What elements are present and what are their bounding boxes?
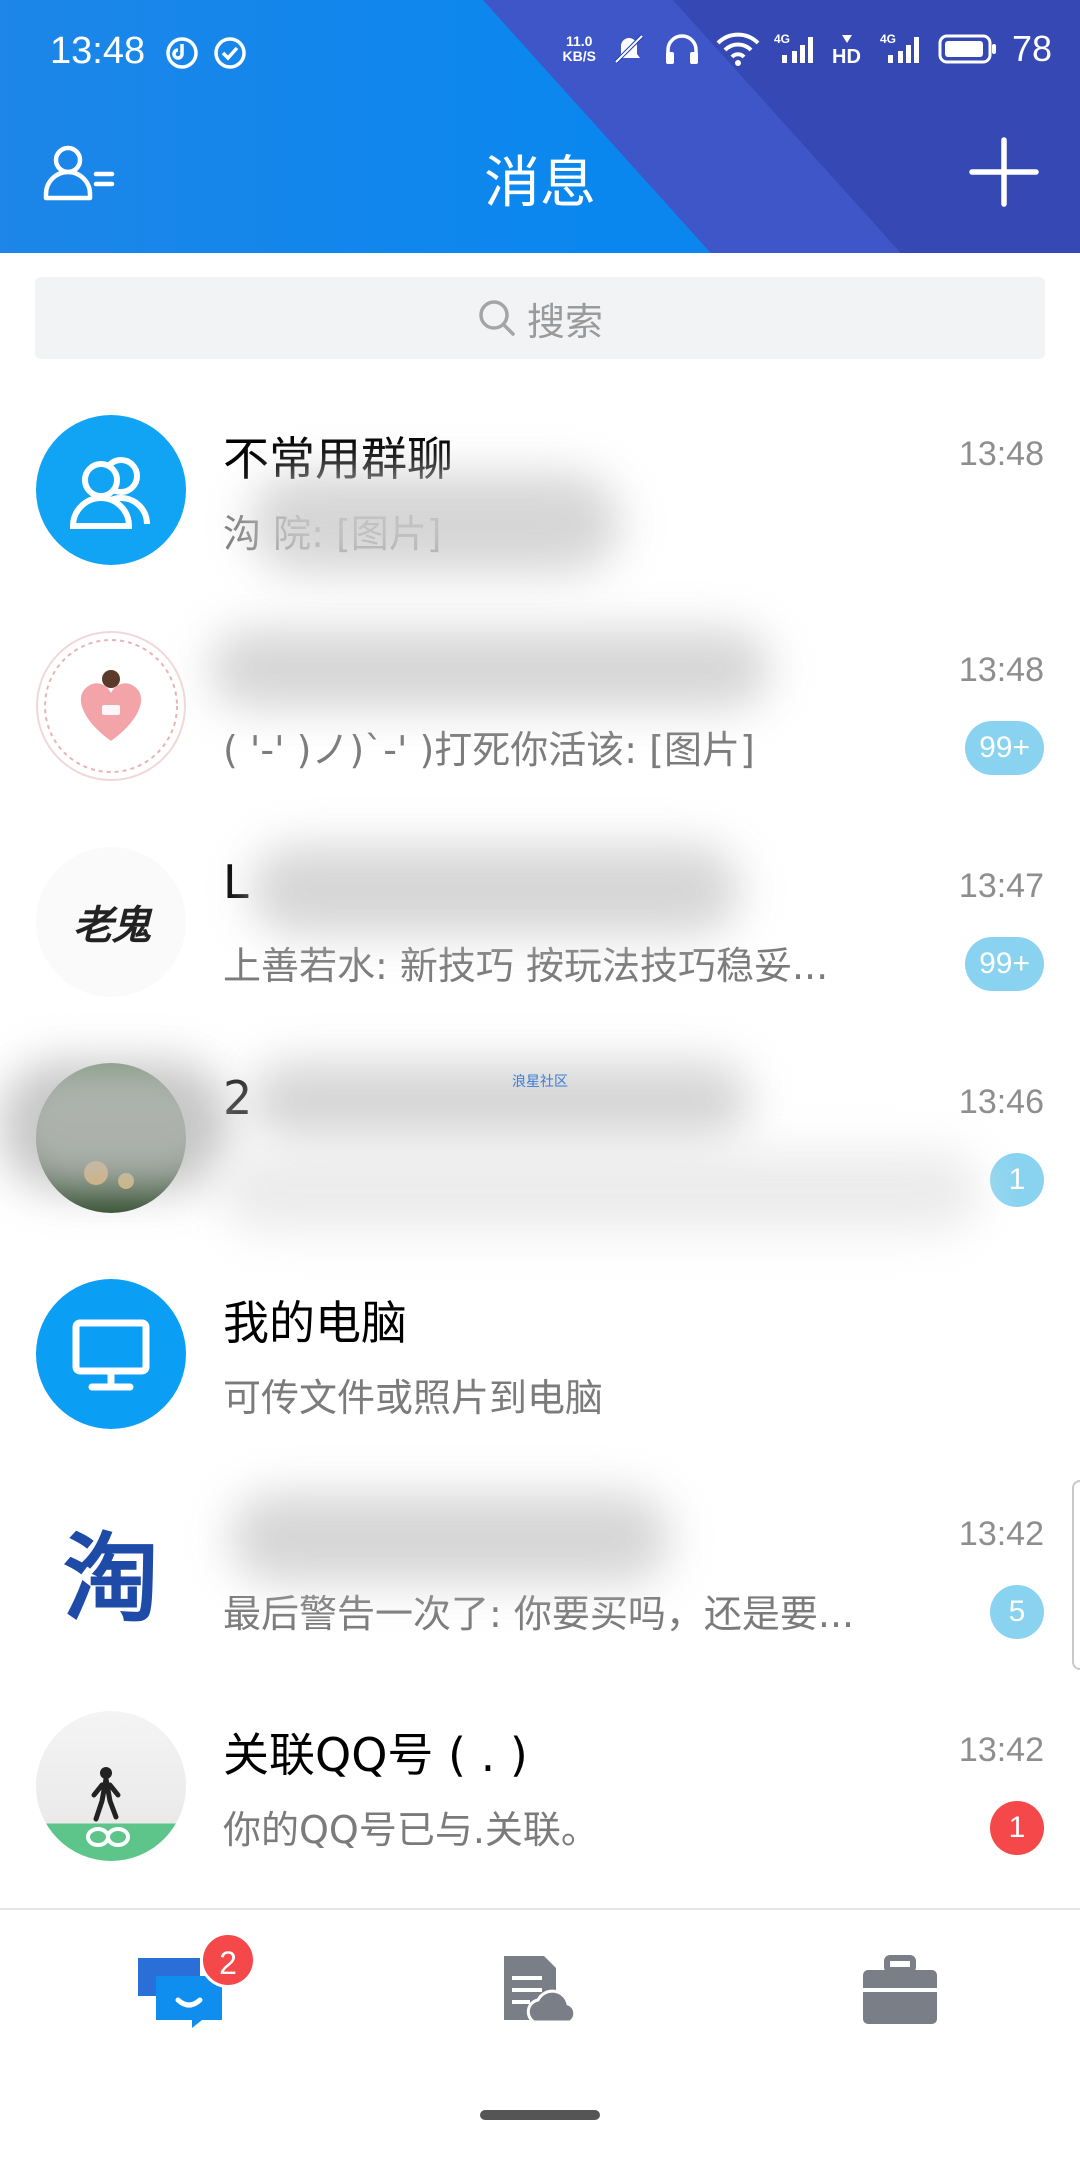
sync-icon: [165, 36, 199, 70]
svg-text:HD: HD: [832, 46, 861, 67]
taobao-avatar: 淘: [36, 1495, 186, 1645]
page-title: 消息: [484, 151, 596, 216]
conversation-name: 关联QQ号 ( . ): [223, 1728, 528, 1782]
conversation-item[interactable]: ( '-' )ノ)`-' )打死你活该: [图片] 13:48 99+: [0, 609, 1080, 825]
linked-qq-avatar: [36, 1711, 186, 1861]
status-time: 13:48: [50, 30, 146, 72]
conversation-time: 13:46: [958, 1083, 1044, 1121]
conversation-time: 13:48: [958, 435, 1044, 473]
love-wall-avatar: [36, 631, 186, 781]
unread-badge: 99+: [965, 937, 1044, 991]
conversation-name: L: [223, 855, 249, 909]
conversation-preview: ( '-' )ノ)`-' )打死你活该: [图片]: [223, 728, 755, 772]
redaction-blur: [0, 1061, 230, 1191]
conversation-item[interactable]: 老鬼 L 上善若水: 新技巧 按玩法技巧稳妥... 13:47 99+: [0, 825, 1080, 1041]
conversation-time: 13:42: [958, 1515, 1044, 1553]
svg-text:4G: 4G: [880, 32, 896, 46]
conversation-time: 13:42: [958, 1731, 1044, 1769]
conversation-name: 我的电脑: [223, 1296, 407, 1350]
unread-badge: 99+: [965, 721, 1044, 775]
signal-4g-icon: 4G: [774, 31, 818, 67]
laogui-avatar-text: 老鬼: [73, 903, 151, 949]
search-bar[interactable]: 搜索: [35, 277, 1045, 359]
top-bar: 消息: [0, 108, 1080, 253]
redaction-blur: [230, 1493, 670, 1583]
signal-4g-icon: 4G: [880, 31, 924, 67]
computer-avatar: [36, 1279, 186, 1429]
conversation-item[interactable]: 不常用群聊 沟 院: [图片] 13:48: [0, 393, 1080, 609]
search-icon: [479, 300, 515, 336]
redaction-blur: [250, 1061, 750, 1141]
conversation-preview: 最后警告一次了: 你要买吗，还是要...: [223, 1592, 855, 1636]
redaction-blur: [250, 845, 740, 935]
group-avatar: [36, 415, 186, 565]
unread-badge: 1: [990, 1153, 1044, 1207]
battery-icon: [938, 33, 998, 65]
header: 13:48 11.0 KB/S 4G HD 4G 78 消息: [0, 0, 1080, 253]
add-button[interactable]: [964, 132, 1044, 212]
conversation-item[interactable]: 我的电脑 可传文件或照片到电脑: [0, 1257, 1080, 1473]
tab-workspace[interactable]: [845, 1940, 955, 2040]
headphones-icon: [662, 30, 702, 68]
home-indicator[interactable]: [480, 2110, 600, 2120]
conversation-preview: 可传文件或照片到电脑: [223, 1376, 604, 1420]
monitor-icon: [72, 1319, 150, 1391]
laogui-avatar: 老鬼: [36, 847, 186, 997]
conversation-time: 13:48: [958, 651, 1044, 689]
wifi-icon: [716, 31, 760, 67]
conversation-preview: 上善若水: 新技巧 按玩法技巧稳妥...: [223, 944, 829, 988]
redaction-blur: [220, 1151, 980, 1231]
redaction-blur: [250, 473, 620, 573]
briefcase-icon: [863, 1955, 937, 2024]
unread-badge: 5: [990, 1585, 1044, 1639]
net-speed: 11.0 KB/S: [562, 33, 596, 64]
svg-text:4G: 4G: [774, 32, 790, 46]
hd-icon: HD: [832, 31, 866, 67]
overlay-text: 浪星社区: [512, 1074, 568, 1090]
cloud-docs-icon: [504, 1956, 577, 2024]
unread-badge: 1: [990, 1801, 1044, 1855]
tab-messages-badge: 2: [200, 1932, 256, 1988]
conversation-item[interactable]: 关联QQ号 ( . ) 你的QQ号已与.关联。 13:42 1: [0, 1689, 1080, 1905]
conversation-item[interactable]: 淘 最后警告一次了: 你要买吗，还是要... 13:42 5: [0, 1473, 1080, 1689]
plus-icon: [969, 137, 1039, 207]
conversation-preview: 你的QQ号已与.关联。: [223, 1808, 599, 1852]
check-circle-icon: [213, 36, 247, 70]
conversation-item[interactable]: 2 13:46 1 浪星社区: [0, 1041, 1080, 1257]
battery-level: 78: [1011, 28, 1052, 69]
bottom-nav: 2: [0, 1908, 1080, 2070]
search-placeholder: 搜索: [526, 299, 603, 344]
conversation-time: 13:47: [958, 867, 1044, 905]
side-scroll-handle[interactable]: [1072, 1480, 1080, 1670]
status-bar: 13:48 11.0 KB/S 4G HD 4G 78: [0, 0, 1080, 108]
mute-bell-icon: [610, 30, 648, 68]
redaction-blur: [210, 629, 770, 709]
tab-cloud-docs[interactable]: [485, 1940, 595, 2040]
taobao-avatar-text: 淘: [63, 1522, 159, 1635]
